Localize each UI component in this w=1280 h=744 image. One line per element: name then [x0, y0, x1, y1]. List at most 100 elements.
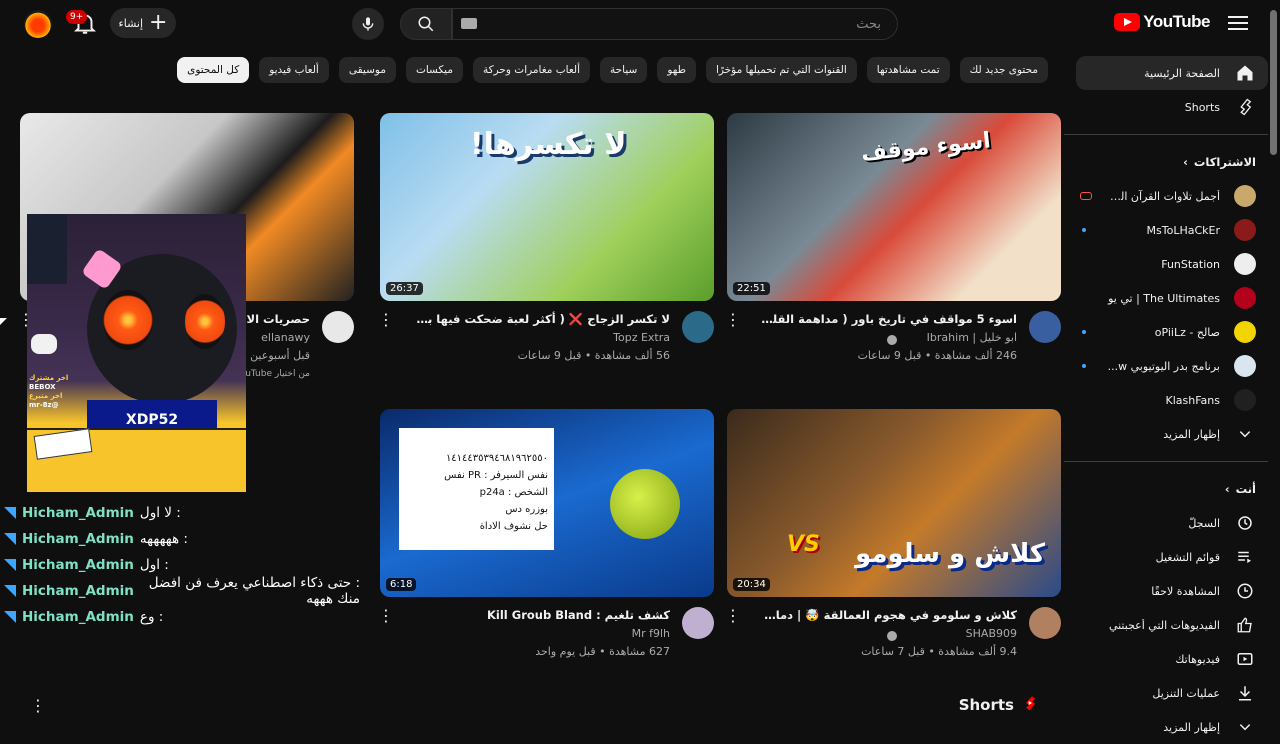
chat-message: Hicham_Admin: لا اول [0, 500, 360, 526]
chip-all[interactable]: كل المحتوى [177, 57, 250, 83]
video-card[interactable]: كلاش و سلومو VS 20:34 كلاش و سلومو في هج… [725, 409, 1061, 687]
channel-name[interactable]: ابو خليل | Ibrahim [727, 329, 1017, 347]
channel-avatar [1234, 287, 1256, 309]
channel-name[interactable]: Mr f9lh [380, 625, 670, 643]
sidebar-item-liked[interactable]: الفيديوهات التي أعجبتني [1076, 608, 1268, 642]
chip-cooking[interactable]: طهو [657, 57, 696, 83]
video-title[interactable]: اسوء 5 مواقف في تاريخ باور ( مداهمة القل… [757, 311, 1017, 327]
video-thumbnail[interactable]: ١٤١٤٤٣٥٣٩٤٦٨١٩٦٢٥٥٠ نفس السيرفر : PR نفس… [380, 409, 714, 597]
divider [1064, 461, 1268, 462]
chat-username: Hicham_Admin [22, 609, 134, 625]
character-eye [185, 294, 225, 349]
sidebar-item-home[interactable]: الصفحة الرئيسية [1076, 56, 1268, 90]
sidebar-item-shorts[interactable]: Shorts [1076, 90, 1268, 124]
shorts-title: Shorts [958, 696, 1014, 714]
last-donor-label: اخر متبرع [29, 392, 63, 400]
create-button[interactable]: + إنشاء [110, 8, 176, 38]
chat-message: Hicham_Admin: هههههه [0, 526, 360, 552]
verified-badge-icon [887, 335, 897, 345]
sidebar-subscription-item[interactable]: برنامج بدر اليوتيوبي w... [1076, 349, 1268, 383]
chip-new-to-you[interactable]: محتوى جديد لك [959, 57, 1048, 83]
account-avatar[interactable] [24, 10, 52, 38]
search-button[interactable] [400, 8, 452, 40]
history-icon [1234, 512, 1256, 534]
chat-overlay: Hicham_Admin: لا اول Hicham_Admin: هههههه… [0, 500, 360, 630]
video-card[interactable]: لا تكسرها! 26:37 لا تكسر الزجاج ❌ ( أكثر… [378, 113, 714, 391]
video-title[interactable]: لا تكسر الزجاج ❌ ( أكثر لعبة ضحكت فيها ب… [410, 311, 670, 327]
channel-avatar[interactable] [1029, 311, 1061, 343]
sidebar-subscription-item[interactable]: صالح - oPiiLz [1076, 315, 1268, 349]
video-duration: 6:18 [386, 578, 417, 591]
sidebar-item-downloads[interactable]: عمليات التنزيل [1076, 676, 1268, 710]
sidebar-item-playlists[interactable]: قوائم التشغيل [1076, 540, 1268, 574]
verified-badge-icon [887, 631, 897, 641]
chat-username: Hicham_Admin [22, 583, 134, 599]
sidebar-item-history[interactable]: السجلّ [1076, 506, 1268, 540]
more-options-icon[interactable]: ⋮ [725, 311, 741, 331]
page-scrollbar[interactable] [1270, 10, 1277, 155]
video-card[interactable]: اسوء موقف 22:51 اسوء 5 مواقف في تاريخ با… [725, 113, 1061, 391]
chip-action-adventure[interactable]: ألعاب مغامرات وحركة [472, 57, 591, 83]
logo-text: YouTube [1143, 12, 1210, 31]
youtube-logo[interactable]: YouTube [1114, 12, 1210, 32]
new-content-dot [1082, 330, 1086, 334]
video-title[interactable]: كشف تلغيم : Kill Groub Bland [410, 607, 670, 623]
chip-music[interactable]: موسيقى [338, 57, 396, 83]
stream-overlay-camera: اخر مشترك BEBOX اخر متبرع @mr-8z XDP52 [27, 214, 246, 492]
video-thumbnail[interactable]: لا تكسرها! 26:37 [380, 113, 714, 301]
more-options-icon[interactable]: ⋮ [725, 607, 741, 627]
show-more-subscriptions[interactable]: إظهار المزيد [1076, 417, 1268, 451]
keyboard-icon[interactable] [461, 18, 477, 29]
menu-icon[interactable] [1226, 12, 1250, 36]
search-box[interactable] [452, 8, 898, 40]
chip-mixes[interactable]: ميكسات [405, 57, 463, 83]
video-card[interactable]: ١٤١٤٤٣٥٣٩٤٦٨١٩٦٢٥٥٠ نفس السيرفر : PR نفس… [378, 409, 714, 687]
more-options-icon[interactable]: ⋮ [30, 696, 46, 715]
sidebar-subscription-item[interactable]: FunStation [1076, 247, 1268, 281]
sidebar-item-label: Shorts [1184, 100, 1220, 114]
chip-video-games[interactable]: ألعاب فيديو [259, 57, 329, 83]
more-options-icon[interactable]: ⋮ [378, 607, 394, 627]
search-input[interactable] [501, 9, 881, 39]
chat-text: : لا اول [139, 505, 181, 521]
download-icon [1234, 682, 1256, 704]
sidebar-subscription-item[interactable]: The Ultimates | تي يو [1076, 281, 1268, 315]
channel-avatar[interactable] [1029, 607, 1061, 639]
moderator-badge-icon [4, 585, 16, 597]
you-header[interactable]: أنت › [1076, 472, 1268, 506]
sidebar-item-watch-later[interactable]: المشاهدة لاحقًا [1076, 574, 1268, 608]
last-subscriber-name: BEBOX [29, 383, 56, 391]
show-more-you[interactable]: إظهار المزيد [1076, 710, 1268, 744]
sidebar-subscription-item[interactable]: أجمل تلاوات القرآن الكر... [1076, 179, 1268, 213]
chat-message: Hicham_Admin: حتى ذكاء اصطناعي يعرف فن ا… [0, 575, 360, 607]
channel-avatar[interactable] [682, 607, 714, 639]
video-title[interactable]: كلاش و سلومو في هجوم العمالقة 🤯 | دمات ر… [757, 607, 1017, 623]
sidebar-subscription-item[interactable]: MsToLHaCkEr [1076, 213, 1268, 247]
video-thumbnail[interactable]: كلاش و سلومو VS 20:34 [727, 409, 1061, 597]
channel-name[interactable]: Topz Extra [380, 329, 670, 347]
moderator-badge-icon [4, 559, 16, 571]
chat-username: Hicham_Admin [22, 531, 134, 547]
sidebar-item-label: الصفحة الرئيسية [1144, 66, 1220, 80]
video-thumbnail[interactable]: اسوء موقف 22:51 [727, 113, 1061, 301]
sidebar-item-your-videos[interactable]: فيديوهاتك [1076, 642, 1268, 676]
channel-name[interactable]: SHAB909 [727, 625, 1017, 643]
subscriptions-list: أجمل تلاوات القرآن الكر... MsToLHaCkEr Fun… [1076, 179, 1268, 417]
thumbs-up-icon [1234, 614, 1256, 636]
chip-watched[interactable]: تمت مشاهدتها [866, 57, 950, 83]
subscriptions-header[interactable]: الاشتراكات › [1076, 145, 1268, 179]
voice-search-button[interactable] [352, 8, 384, 40]
channel-avatar [1234, 355, 1256, 377]
chip-recently-uploaded[interactable]: القنوات التي تم تحميلها مؤخرًا [705, 57, 857, 83]
channel-avatar[interactable] [322, 311, 354, 343]
more-options-icon[interactable]: ⋮ [378, 311, 394, 331]
moderator-badge-icon [4, 533, 16, 545]
video-stats: 246 ألف مشاهدة • قبل 9 ساعات [857, 349, 1017, 362]
chip-travel[interactable]: سياحة [600, 57, 648, 83]
shorts-icon [1234, 96, 1256, 118]
channel-avatar[interactable] [682, 311, 714, 343]
stream-stats: اخر مشترك BEBOX اخر متبرع @mr-8z [29, 374, 85, 410]
top-header: YouTube + إنشاء 9+ [0, 0, 1280, 48]
sidebar-subscription-item[interactable]: KlashFans [1076, 383, 1268, 417]
channel-avatar [1234, 185, 1256, 207]
